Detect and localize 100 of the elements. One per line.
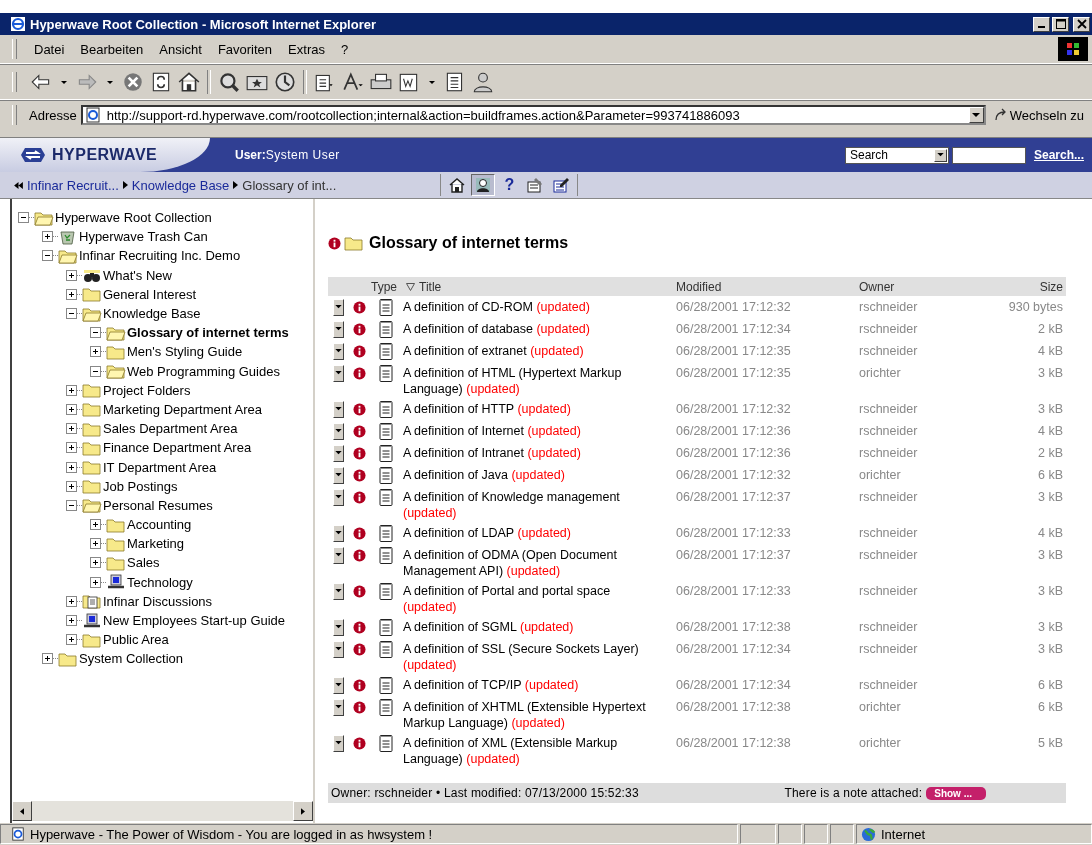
user-icon[interactable] <box>471 71 495 93</box>
tree-item[interactable]: Project Folders <box>102 382 192 398</box>
expand-toggle[interactable] <box>66 442 77 454</box>
sort-icon[interactable] <box>406 282 415 291</box>
column-header[interactable]: Title <box>419 279 442 294</box>
expand-toggle[interactable] <box>66 403 77 415</box>
row-menu-button[interactable] <box>332 342 344 360</box>
tree-item[interactable]: Technology <box>126 574 194 590</box>
document-title-link[interactable]: A definition of Portal and portal space (updated) <box>401 580 676 616</box>
column-header[interactable]: Owner <box>859 279 965 294</box>
column-header[interactable]: Size <box>965 279 1066 294</box>
column-header[interactable]: Modified <box>676 279 859 294</box>
expand-toggle[interactable] <box>42 653 53 665</box>
expand-toggle[interactable] <box>90 538 101 550</box>
info-icon[interactable] <box>353 344 366 358</box>
info-icon[interactable] <box>353 402 366 416</box>
search-icon[interactable] <box>217 71 241 93</box>
home-icon[interactable] <box>177 71 201 93</box>
row-menu-button[interactable] <box>332 524 344 542</box>
expand-toggle[interactable] <box>66 595 77 607</box>
stop-icon[interactable] <box>121 71 145 93</box>
tree-item[interactable]: Accounting <box>126 517 193 533</box>
document-title-link[interactable]: A definition of SSL (Secure Sockets Layer) (updated) <box>401 638 676 674</box>
breadcrumb-link[interactable]: Knowledge Base <box>131 177 230 193</box>
caret-icon[interactable] <box>427 78 437 86</box>
row-menu-button[interactable] <box>332 400 344 418</box>
menu-item[interactable]: Extras <box>281 39 332 59</box>
menu-item[interactable]: Ansicht <box>152 39 209 59</box>
row-menu-button[interactable] <box>332 734 344 752</box>
row-menu-button[interactable] <box>332 488 344 506</box>
caret-icon[interactable] <box>59 78 69 86</box>
tree-item[interactable]: Sales <box>126 555 161 571</box>
document-title-link[interactable]: A definition of database (updated) <box>401 318 676 338</box>
info-icon[interactable] <box>353 468 366 482</box>
row-menu-button[interactable] <box>332 422 344 440</box>
document-title-link[interactable]: A definition of XML (Extensible Markup Language) (updated) <box>401 732 676 768</box>
tree-item[interactable]: Job Postings <box>102 478 179 494</box>
info-icon[interactable] <box>353 620 366 634</box>
dropdown-button[interactable] <box>968 107 984 123</box>
row-menu-button[interactable] <box>332 676 344 694</box>
user-button[interactable] <box>471 174 496 196</box>
search-link[interactable]: Search... <box>1033 148 1084 162</box>
search-field[interactable] <box>951 146 1026 164</box>
expand-toggle[interactable] <box>42 231 53 243</box>
tree-item[interactable]: What's New <box>102 267 173 283</box>
scroll-right-button[interactable] <box>293 801 313 821</box>
tree-item[interactable]: Infinar Discussions <box>102 593 214 609</box>
info-icon[interactable] <box>353 548 366 562</box>
history-icon[interactable] <box>273 71 297 93</box>
menu-item[interactable]: Favoriten <box>210 39 280 59</box>
expand-toggle[interactable] <box>66 423 77 435</box>
row-menu-button[interactable] <box>332 546 344 564</box>
info-icon[interactable] <box>353 322 366 336</box>
document-title-link[interactable]: A definition of LDAP (updated) <box>401 522 676 542</box>
maximize-button[interactable] <box>1052 16 1069 32</box>
expand-toggle[interactable] <box>66 269 77 281</box>
tree-item[interactable]: Public Area <box>102 632 170 648</box>
row-menu-button[interactable] <box>332 618 344 636</box>
expand-toggle[interactable] <box>66 615 77 627</box>
info-icon[interactable] <box>353 700 366 714</box>
expand-toggle[interactable] <box>90 557 101 569</box>
tree-item[interactable]: Hyperwave Root Collection <box>54 210 213 226</box>
help-button[interactable]: ? <box>497 174 522 196</box>
menu-item[interactable]: Bearbeiten <box>73 39 151 59</box>
expand-toggle[interactable] <box>90 576 101 588</box>
row-menu-button[interactable] <box>332 320 344 338</box>
tree-item[interactable]: Marketing Department Area <box>102 401 263 417</box>
document-title-link[interactable]: A definition of Java (updated) <box>401 464 676 484</box>
row-menu-button[interactable] <box>332 364 344 382</box>
tree-item[interactable]: New Employees Start-up Guide <box>102 613 287 629</box>
collapse-toggle[interactable] <box>90 365 101 377</box>
search-scope-select[interactable]: Search <box>844 146 949 164</box>
tree-item[interactable]: IT Department Area <box>102 459 218 475</box>
info-icon[interactable] <box>353 736 366 750</box>
tree-item[interactable]: Infinar Recruiting Inc. Demo <box>78 248 242 264</box>
scroll-left-button[interactable] <box>12 801 32 821</box>
show-button[interactable]: Show ... <box>926 786 986 800</box>
tree-item[interactable]: Finance Department Area <box>102 440 253 456</box>
go-button[interactable]: Wechseln zu <box>989 107 1088 123</box>
info-icon[interactable] <box>353 490 366 504</box>
expand-toggle[interactable] <box>90 346 101 358</box>
row-menu-button[interactable] <box>332 298 344 316</box>
info-icon[interactable] <box>353 366 366 380</box>
document-title-link[interactable]: A definition of Knowledge management (updated) <box>401 486 676 522</box>
row-menu-button[interactable] <box>332 640 344 658</box>
dropdown-button[interactable] <box>933 148 947 162</box>
collapse-toggle[interactable] <box>18 212 29 224</box>
row-menu-button[interactable] <box>332 582 344 600</box>
info-icon[interactable] <box>353 642 366 656</box>
document-title-link[interactable]: A definition of SGML (updated) <box>401 616 676 636</box>
document-title-link[interactable]: A definition of ODMA (Open Document Management API) (updated) <box>401 544 676 580</box>
tree-item[interactable]: Hyperwave Trash Can <box>78 229 209 245</box>
expand-toggle[interactable] <box>66 288 77 300</box>
menu-item[interactable]: Datei <box>27 39 72 59</box>
collapse-toggle[interactable] <box>90 327 101 339</box>
menu-item[interactable]: ? <box>333 39 356 59</box>
tree-item[interactable]: General Interest <box>102 286 198 302</box>
document-title-link[interactable]: A definition of Intranet (updated) <box>401 442 676 462</box>
document-title-link[interactable]: A definition of HTTP (updated) <box>401 398 676 418</box>
collapse-toggle[interactable] <box>42 250 53 262</box>
